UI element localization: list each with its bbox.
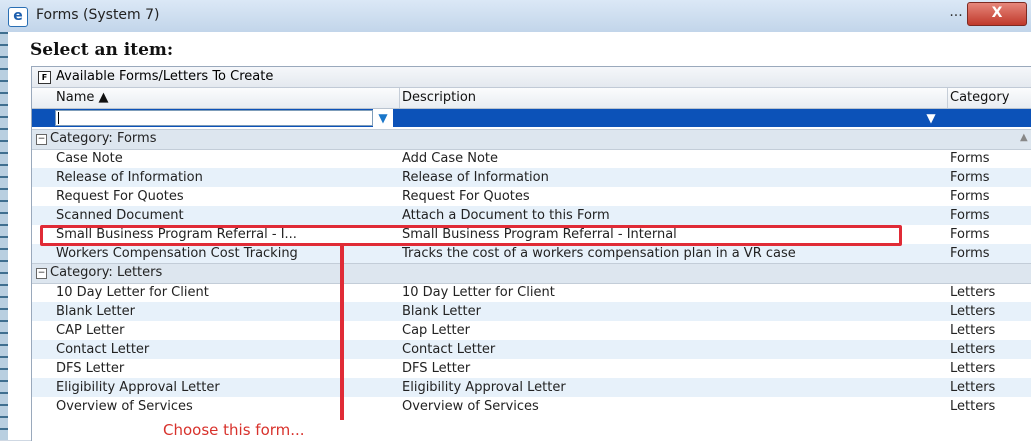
cell-name: DFS Letter: [56, 361, 125, 376]
cell-category: Letters: [950, 323, 996, 338]
window-title: Forms (System 7): [36, 7, 160, 23]
minimize-button[interactable]: ...: [948, 5, 964, 22]
forms-window: e Forms (System 7) ... X Select an item:…: [0, 0, 1031, 441]
table-row[interactable]: Overview of Services Overview of Services…: [32, 397, 1031, 416]
ie-icon: e: [8, 7, 28, 27]
category-group-row[interactable]: − Category: Letters: [32, 263, 1031, 284]
column-header-description[interactable]: Description: [402, 90, 476, 105]
select-item-heading: Select an item:: [30, 40, 174, 60]
cell-name: Overview of Services: [56, 399, 193, 414]
cell-category: Forms: [950, 227, 990, 242]
cell-category: Letters: [950, 361, 996, 376]
cell-description: Request For Quotes: [402, 189, 530, 204]
cell-name: CAP Letter: [56, 323, 125, 338]
cell-name: Scanned Document: [56, 208, 184, 223]
cell-description: Eligibility Approval Letter: [402, 380, 566, 395]
filter-row: ▼ ▼: [32, 109, 1031, 127]
cell-description: 10 Day Letter for Client: [402, 285, 555, 300]
cell-description: Attach a Document to this Form: [402, 208, 610, 223]
table-row[interactable]: CAP Letter Cap Letter Letters: [32, 321, 1031, 340]
annotation-pointer-line: [340, 246, 344, 420]
category-group-row[interactable]: − Category: Forms: [32, 129, 1031, 150]
name-filter-input[interactable]: [55, 110, 373, 126]
cell-category: Forms: [950, 246, 990, 261]
description-filter-funnel-icon[interactable]: ▼: [921, 109, 941, 127]
table-row[interactable]: Release of Information Release of Informa…: [32, 168, 1031, 187]
cell-category: Letters: [950, 304, 996, 319]
background-window-edge: [0, 32, 8, 440]
filter-funnel-icon[interactable]: ▼: [373, 109, 393, 127]
table-row[interactable]: 10 Day Letter for Client 10 Day Letter fo…: [32, 283, 1031, 302]
cell-name: Eligibility Approval Letter: [56, 380, 220, 395]
collapse-icon[interactable]: −: [36, 268, 47, 279]
cell-description: Contact Letter: [402, 342, 496, 357]
grid-group-header: F Available Forms/Letters To Create: [32, 67, 1031, 88]
cell-name: Case Note: [56, 151, 123, 166]
annotation-callout-text: Choose this form...: [163, 421, 305, 439]
cell-name: Blank Letter: [56, 304, 135, 319]
table-row[interactable]: Case Note Add Case Note Forms: [32, 149, 1031, 168]
cell-name: Workers Compensation Cost Tracking: [56, 246, 298, 261]
cell-name: Contact Letter: [56, 342, 150, 357]
cell-category: Letters: [950, 380, 996, 395]
table-row[interactable]: Contact Letter Contact Letter Letters: [32, 340, 1031, 359]
column-divider[interactable]: [399, 88, 400, 108]
cell-category: Forms: [950, 189, 990, 204]
table-row[interactable]: Request For Quotes Request For Quotes Form…: [32, 187, 1031, 206]
cell-category: Letters: [950, 285, 996, 300]
grid-title: Available Forms/Letters To Create: [56, 69, 274, 84]
cell-description: Cap Letter: [402, 323, 470, 338]
cell-description: Overview of Services: [402, 399, 539, 414]
forms-grid: F Available Forms/Letters To Create Name…: [31, 66, 1031, 441]
cell-category: Forms: [950, 170, 990, 185]
table-row[interactable]: DFS Letter DFS Letter Letters: [32, 359, 1031, 378]
column-header-name[interactable]: Name ▲: [56, 90, 108, 105]
cell-category: Forms: [950, 208, 990, 223]
category-label: Category: Letters: [50, 265, 163, 280]
cell-description: Blank Letter: [402, 304, 481, 319]
cell-name: Request For Quotes: [56, 189, 184, 204]
scroll-up-arrow-icon[interactable]: ▲: [1020, 132, 1028, 143]
collapse-icon[interactable]: −: [36, 134, 47, 145]
form-icon: F: [38, 71, 51, 84]
table-row[interactable]: Scanned Document Attach a Document to thi…: [32, 206, 1031, 225]
cell-name: Release of Information: [56, 170, 203, 185]
table-row[interactable]: Eligibility Approval Letter Eligibility A…: [32, 378, 1031, 397]
column-divider[interactable]: [947, 88, 948, 108]
grid-body: − Category: Forms Case Note Add Case Note Fo…: [32, 129, 1031, 441]
cell-description: Release of Information: [402, 170, 549, 185]
table-row[interactable]: Blank Letter Blank Letter Letters: [32, 302, 1031, 321]
column-header-category[interactable]: Category: [950, 90, 1009, 105]
text-caret: [58, 112, 59, 124]
title-bar: e Forms (System 7) ... X: [0, 0, 1031, 32]
cell-description: Tracks the cost of a workers compensatio…: [402, 246, 796, 261]
column-headers: Name ▲ Description Category: [32, 88, 1031, 109]
cell-category: Forms: [950, 151, 990, 166]
table-row[interactable]: Workers Compensation Cost Tracking Tracks…: [32, 244, 1031, 263]
close-button[interactable]: X: [967, 2, 1027, 26]
highlight-annotation-box: [40, 225, 902, 246]
cell-name: 10 Day Letter for Client: [56, 285, 209, 300]
cell-category: Letters: [950, 399, 996, 414]
cell-description: Add Case Note: [402, 151, 499, 166]
category-label: Category: Forms: [50, 131, 157, 146]
cell-description: DFS Letter: [402, 361, 471, 376]
cell-category: Letters: [950, 342, 996, 357]
